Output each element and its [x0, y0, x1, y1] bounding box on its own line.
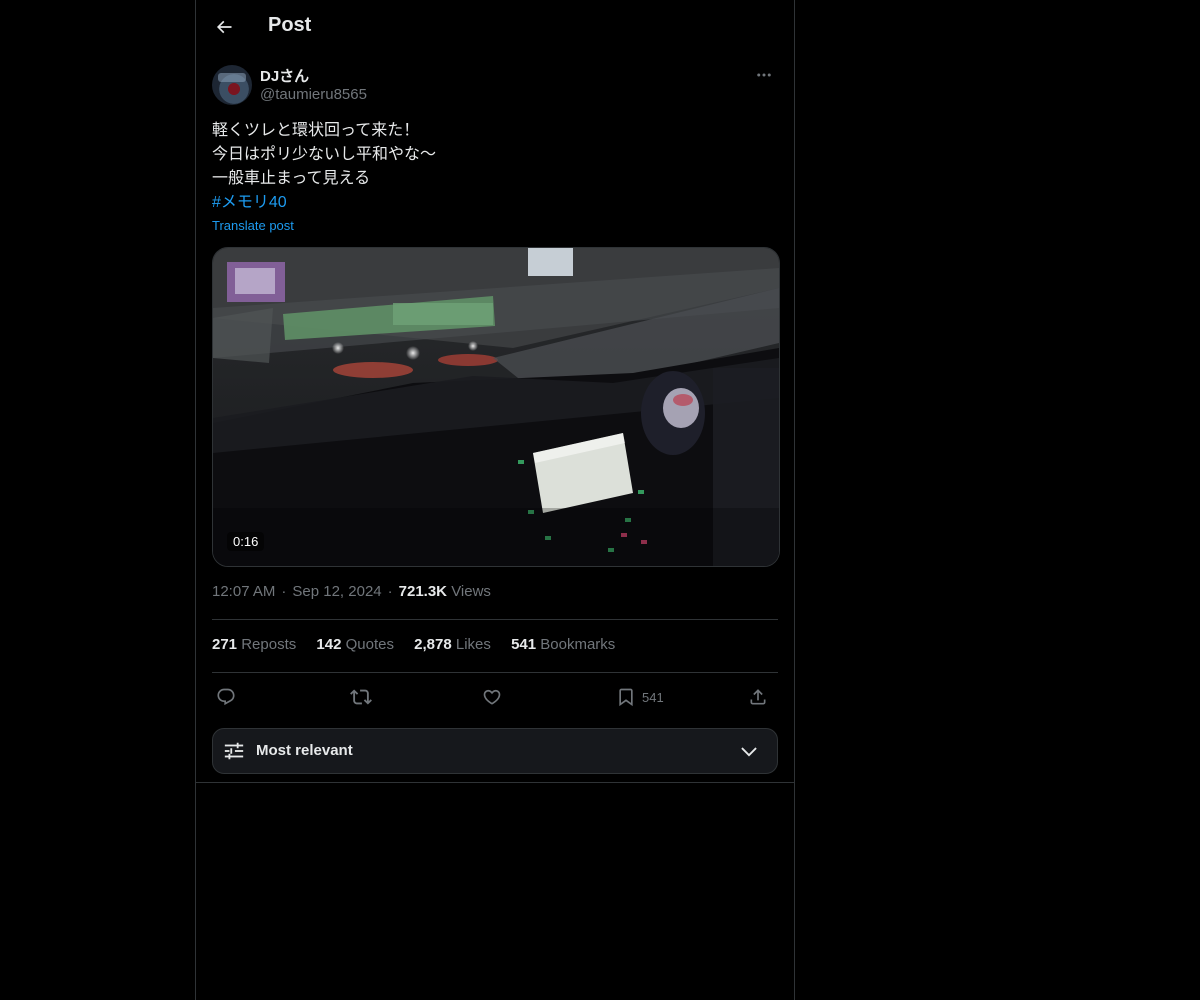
action-bar: 541: [212, 680, 778, 714]
chevron-down-icon: [741, 747, 757, 757]
bookmarks-stat[interactable]: 541 Bookmarks: [511, 636, 615, 653]
bookmark-button[interactable]: 541: [616, 680, 664, 714]
likes-stat[interactable]: 2,878 Likes: [414, 636, 491, 653]
post-time[interactable]: 12:07 AM: [212, 583, 275, 600]
repost-button[interactable]: [350, 680, 372, 714]
stat-label: Reposts: [241, 636, 297, 653]
bookmark-count: 541: [642, 689, 664, 705]
stat-label: Quotes: [345, 636, 394, 653]
post-column: Post DJさん @taumieru8565 軽くツレと環状回って来た！ 今日…: [195, 0, 795, 1000]
translate-post-link[interactable]: Translate post: [212, 218, 294, 233]
engagement-stats: 271 Reposts 142 Quotes 2,878 Likes 541 B…: [212, 636, 631, 653]
avatar[interactable]: [212, 65, 252, 105]
divider: [196, 782, 794, 783]
repost-icon: [350, 689, 372, 705]
page-title: Post: [268, 14, 312, 36]
sort-label: Most relevant: [256, 742, 353, 759]
stat-count: 271: [212, 636, 238, 653]
reply-button[interactable]: [216, 680, 236, 714]
hashtag-link[interactable]: #メモリ40: [212, 191, 778, 215]
post-text: 軽くツレと環状回って来た！ 今日はポリ少ないし平和やな〜 一般車止まって見える …: [212, 119, 778, 215]
stat-count: 142: [316, 636, 342, 653]
arrow-left-icon: [216, 20, 232, 34]
page-header: Post: [196, 0, 794, 54]
heart-icon: [483, 689, 501, 705]
like-button[interactable]: [482, 680, 502, 714]
stat-count: 541: [511, 636, 537, 653]
author-handle[interactable]: @taumieru8565: [260, 86, 367, 103]
bookmark-icon: [619, 688, 633, 707]
stat-label: Bookmarks: [540, 636, 616, 653]
reply-icon: [217, 688, 235, 706]
video-thumbnail: [213, 248, 779, 566]
post-text-line: 軽くツレと環状回って来た！: [212, 122, 420, 139]
post-text-line: 一般車止まって見える: [212, 170, 371, 187]
author-display-name[interactable]: DJさん: [260, 65, 309, 86]
more-horizontal-icon: [757, 73, 771, 77]
share-icon: [750, 689, 766, 705]
stat-label: Likes: [455, 636, 491, 653]
back-button[interactable]: [208, 11, 240, 43]
video-player[interactable]: 0:16: [212, 247, 780, 567]
views-label: Views: [451, 583, 491, 600]
quotes-stat[interactable]: 142 Quotes: [316, 636, 394, 653]
post-date[interactable]: Sep 12, 2024: [292, 583, 381, 600]
sliders-icon: [224, 742, 244, 760]
reposts-stat[interactable]: 271 Reposts: [212, 636, 296, 653]
post-text-line: 今日はポリ少ないし平和やな〜: [212, 146, 437, 163]
share-button[interactable]: [748, 680, 768, 714]
stat-count: 2,878: [414, 636, 452, 653]
divider: [212, 619, 778, 620]
video-duration: 0:16: [227, 532, 265, 551]
more-options-button[interactable]: [750, 64, 778, 86]
views-count: 721.3K: [398, 583, 448, 600]
author-row: DJさん @taumieru8565: [212, 64, 778, 108]
divider: [212, 672, 778, 673]
reply-sort-dropdown[interactable]: Most relevant: [212, 728, 778, 774]
post-metadata: 12:07 AM · Sep 12, 2024 · 721.3K Views: [212, 583, 491, 600]
